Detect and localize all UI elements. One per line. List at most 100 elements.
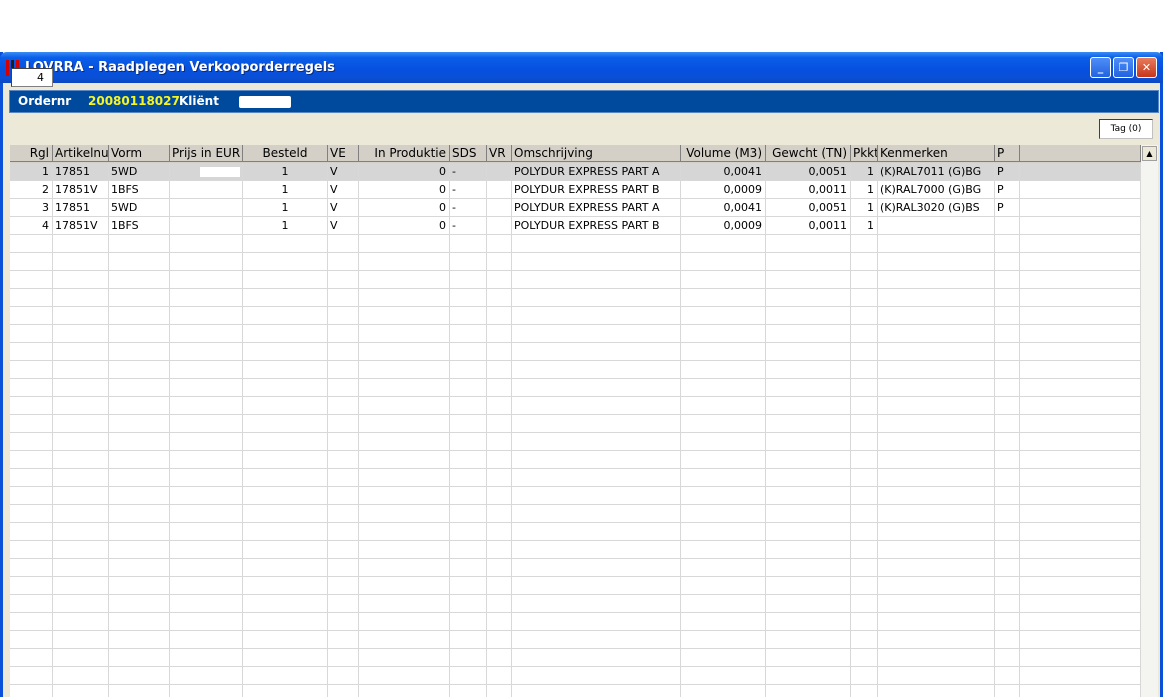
empty-row[interactable] — [10, 631, 1141, 649]
cell-rgl — [10, 289, 53, 306]
cell-vorm — [109, 235, 170, 252]
cell-ve — [328, 487, 359, 504]
empty-row[interactable] — [10, 271, 1141, 289]
cell-rgl — [10, 253, 53, 270]
cell-artikelnummer — [53, 559, 109, 576]
cell-ve — [328, 469, 359, 486]
empty-row[interactable] — [10, 361, 1141, 379]
cell-vr — [487, 685, 512, 697]
cell-rgl — [10, 235, 53, 252]
cell-kenmerken — [878, 631, 995, 648]
empty-row[interactable] — [10, 595, 1141, 613]
header-kenmerken[interactable]: Kenmerken — [878, 145, 995, 162]
empty-row[interactable] — [10, 523, 1141, 541]
empty-row[interactable] — [10, 253, 1141, 271]
header-volume[interactable]: Volume (M3) — [681, 145, 766, 162]
empty-row[interactable] — [10, 397, 1141, 415]
header-vorm[interactable]: Vorm — [109, 145, 170, 162]
empty-row[interactable] — [10, 289, 1141, 307]
header-p[interactable]: P — [995, 145, 1020, 162]
cell-sds: - — [450, 217, 487, 234]
cell-pkkt — [851, 505, 878, 522]
header-gewicht[interactable]: Gewcht (TN) — [766, 145, 851, 162]
empty-row[interactable] — [10, 325, 1141, 343]
cell-vr — [487, 289, 512, 306]
empty-row[interactable] — [10, 379, 1141, 397]
cell-kenmerken — [878, 397, 995, 414]
cell-besteld: 1 — [243, 181, 328, 198]
empty-row[interactable] — [10, 487, 1141, 505]
header-artikelnummer[interactable]: Artikelnu — [53, 145, 109, 162]
empty-row[interactable] — [10, 559, 1141, 577]
cell-omschrijving: POLYDUR EXPRESS PART A — [512, 199, 681, 216]
table-row[interactable]: 1 17851 5WD 1 V 0- POLYDUR EXPRESS PART A 0,004… — [10, 163, 1141, 181]
header-prijs[interactable]: Prijs in EUR — [170, 145, 243, 162]
header-pkkt[interactable]: Pkkt. — [851, 145, 878, 162]
empty-row[interactable] — [10, 613, 1141, 631]
order-lines-grid[interactable]: Rgl Artikelnu Vorm Prijs in EUR Besteld VE In … — [10, 145, 1158, 697]
cell-pkkt — [851, 415, 878, 432]
cell-ve — [328, 577, 359, 594]
cell-rgl — [10, 631, 53, 648]
cell-pkkt — [851, 649, 878, 666]
empty-row[interactable] — [10, 541, 1141, 559]
cell-kenmerken — [878, 649, 995, 666]
cell-in-produktie — [359, 451, 450, 468]
cell-rgl — [10, 667, 53, 684]
empty-row[interactable] — [10, 307, 1141, 325]
restore-button[interactable]: ❐ — [1113, 57, 1134, 78]
cell-filler — [1020, 253, 1141, 270]
empty-row[interactable] — [10, 235, 1141, 253]
cell-sds — [450, 577, 487, 594]
empty-row[interactable] — [10, 685, 1141, 697]
cell-ve — [328, 595, 359, 612]
header-ve[interactable]: VE — [328, 145, 359, 162]
minimize-button[interactable]: _ — [1090, 57, 1111, 78]
cell-vorm — [109, 577, 170, 594]
header-sds[interactable]: SDS — [450, 145, 487, 162]
cell-volume — [681, 379, 766, 396]
cell-sds — [450, 307, 487, 324]
empty-row[interactable] — [10, 667, 1141, 685]
cell-sds: - — [450, 163, 487, 180]
empty-row[interactable] — [10, 469, 1141, 487]
empty-row[interactable] — [10, 505, 1141, 523]
table-row[interactable]: 3 17851 5WD 1 V 0- POLYDUR EXPRESS PART A 0,004… — [10, 199, 1141, 217]
cell-omschrijving — [512, 379, 681, 396]
cell-filler — [1020, 613, 1141, 630]
cell-filler — [1020, 577, 1141, 594]
cell-sds: - — [450, 181, 487, 198]
empty-row[interactable] — [10, 649, 1141, 667]
header-rgl[interactable]: Rgl — [10, 145, 53, 162]
empty-row[interactable] — [10, 451, 1141, 469]
cell-artikelnummer — [53, 613, 109, 630]
empty-row[interactable] — [10, 433, 1141, 451]
cell-besteld — [243, 415, 328, 432]
cell-filler — [1020, 451, 1141, 468]
cell-prijs — [170, 505, 243, 522]
table-row[interactable]: 4 17851V 1BFS 1 V 0- POLYDUR EXPRESS PART B 0,0… — [10, 217, 1141, 235]
empty-row[interactable] — [10, 343, 1141, 361]
cell-kenmerken — [878, 559, 995, 576]
row-count-field[interactable]: 4 — [11, 68, 53, 87]
scroll-up-arrow-icon[interactable]: ▲ — [1142, 146, 1157, 161]
vertical-scrollbar[interactable]: ▲ — [1141, 145, 1158, 697]
table-row[interactable]: 2 17851V 1BFS 1 V 0- POLYDUR EXPRESS PART B 0,0… — [10, 181, 1141, 199]
header-in-produktie[interactable]: In Produktie — [359, 145, 450, 162]
header-besteld[interactable]: Besteld — [243, 145, 328, 162]
cell-omschrijving — [512, 271, 681, 288]
empty-row[interactable] — [10, 577, 1141, 595]
header-filler[interactable] — [1020, 145, 1141, 162]
header-vr[interactable]: VR — [487, 145, 512, 162]
cell-besteld — [243, 289, 328, 306]
empty-row[interactable] — [10, 415, 1141, 433]
cell-in-produktie — [359, 523, 450, 540]
cell-besteld — [243, 397, 328, 414]
tag-button[interactable]: Tag (0) — [1099, 119, 1153, 139]
header-omschrijving[interactable]: Omschrijving — [512, 145, 681, 162]
cell-kenmerken — [878, 307, 995, 324]
title-bar[interactable]: LOVRRA - Raadplegen Verkooporderregels _… — [0, 52, 1163, 83]
cell-artikelnummer — [53, 235, 109, 252]
close-button[interactable]: ✕ — [1136, 57, 1157, 78]
cell-rgl: 3 — [10, 199, 53, 216]
